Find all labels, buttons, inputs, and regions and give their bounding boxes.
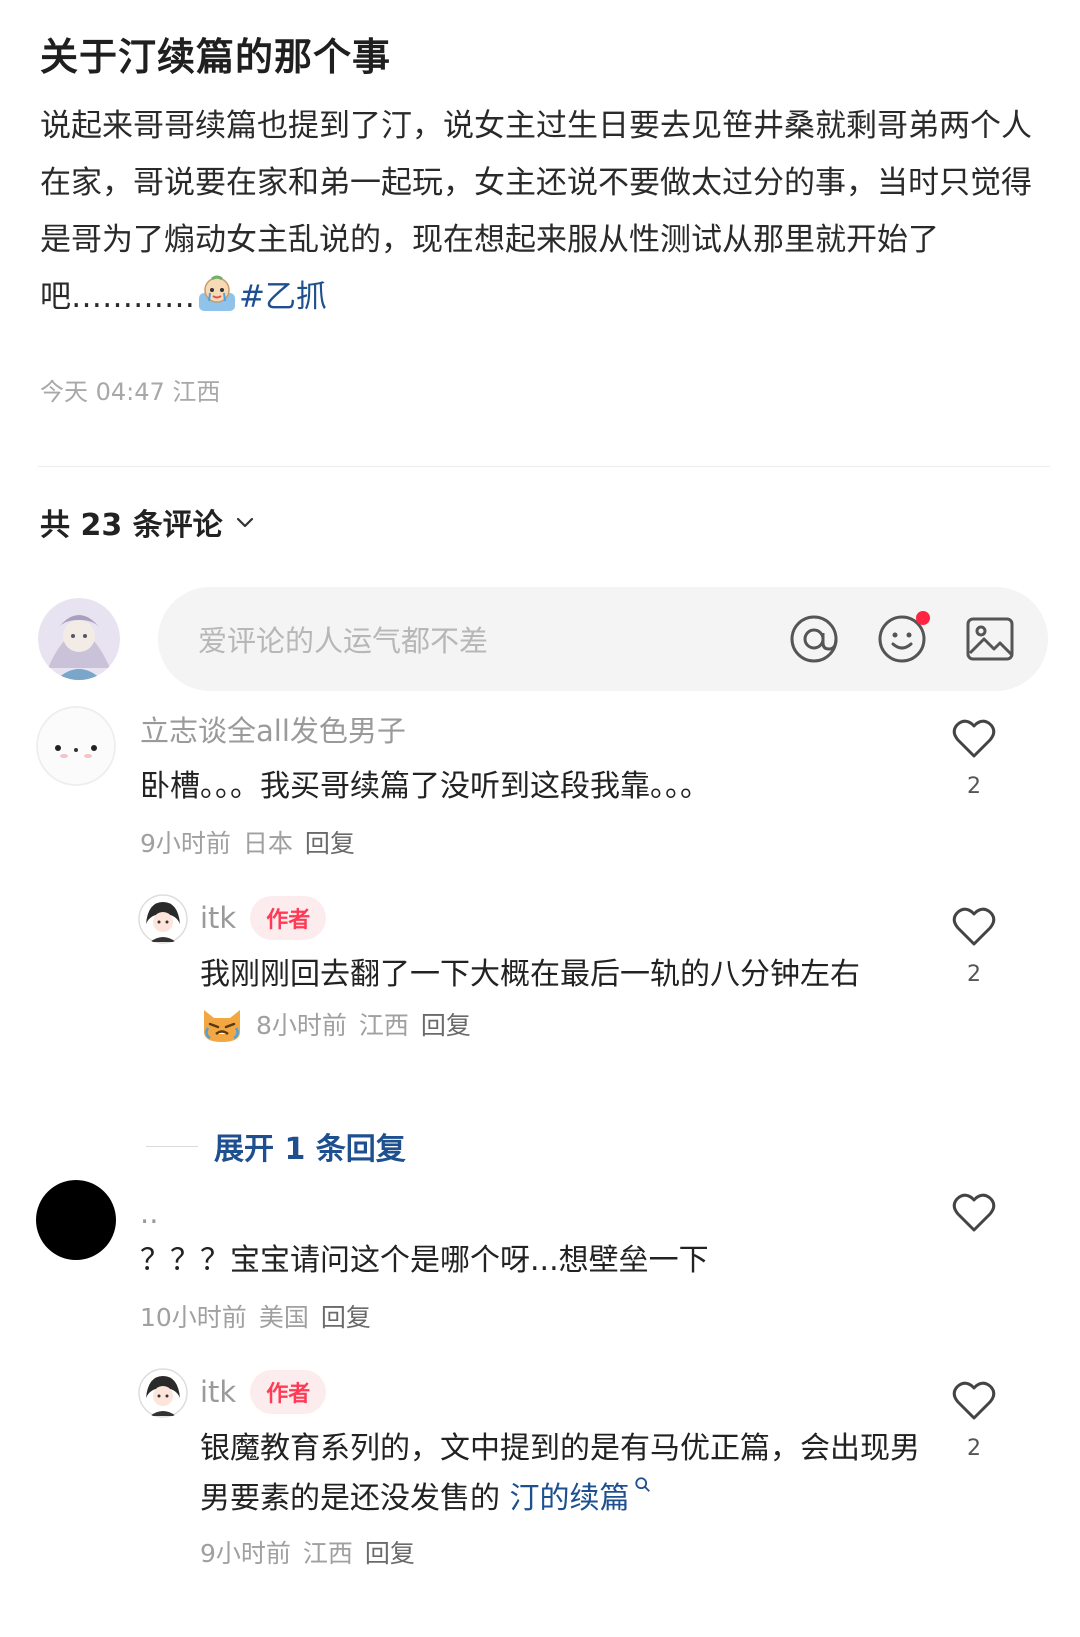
comment-username[interactable]: ..	[140, 1196, 158, 1230]
comment-text: 卧槽。。。我买哥续篇了没听到这段我靠。。。	[140, 769, 710, 804]
user-avatar[interactable]	[36, 1180, 116, 1260]
reply-button[interactable]: 回复	[321, 1298, 371, 1334]
user-avatar[interactable]	[36, 706, 116, 786]
comment-count-label: 共 23 条评论	[40, 508, 223, 543]
reply-location: 江西	[358, 1011, 409, 1040]
reply-username[interactable]: itk 作者	[200, 896, 327, 940]
crying-sticker-icon	[195, 275, 239, 313]
current-user-avatar[interactable]	[38, 598, 120, 680]
chevron-down-icon	[236, 517, 253, 528]
like-button[interactable]	[948, 1190, 1000, 1238]
comment-count-toggle[interactable]: 共 23 条评论	[40, 500, 257, 544]
reply-meta: 9小时前 江西 回复	[200, 1534, 415, 1570]
comment-location: 美国	[258, 1303, 309, 1332]
comment-username[interactable]: 立志谈全all发色男子	[140, 708, 406, 750]
heart-icon	[952, 907, 996, 946]
at-icon[interactable]	[786, 611, 842, 667]
reply-text: 银魔教育系列的，文中提到的是有马优正篇，会出现男男要素的是还没发售的 汀的续篇	[200, 1431, 920, 1516]
reply-time: 8小时前	[256, 1011, 347, 1040]
like-button[interactable]: 2	[948, 1378, 1000, 1461]
author-avatar[interactable]	[138, 1368, 188, 1418]
comment-time: 9小时前	[140, 829, 231, 858]
search-icon	[634, 1477, 650, 1492]
comment-meta: 9小时前 日本 回复	[140, 824, 355, 860]
reply-button[interactable]: 回复	[421, 1006, 471, 1042]
like-button[interactable]: 2	[948, 716, 1000, 799]
reply-meta: 8小时前 江西 回复	[200, 1004, 471, 1044]
notification-dot	[916, 611, 930, 625]
comment-input[interactable]: 爱评论的人运气都不差	[198, 618, 786, 660]
reply-text: 我刚刚回去翻了一下大概在最后一轨的八分钟左右	[200, 957, 860, 992]
heart-icon	[952, 719, 996, 758]
expand-replies-label: 展开 1 条回复	[214, 1132, 406, 1167]
reply-button[interactable]: 回复	[365, 1534, 415, 1570]
post-body-text: 说起来哥哥续篇也提到了汀，说女主过生日要去见笹井桑就剩哥弟两个人在家，哥说要在家…	[40, 108, 1032, 315]
author-badge: 作者	[250, 896, 327, 940]
comment-text: ？？？宝宝请问这个是哪个呀...想壁垒一下	[140, 1243, 709, 1278]
post-body: 说起来哥哥续篇也提到了汀，说女主过生日要去见笹井桑就剩哥弟两个人在家，哥说要在家…	[40, 98, 1050, 326]
like-count: 2	[967, 774, 981, 799]
comment-meta: 10小时前 美国 回复	[140, 1298, 371, 1334]
reply-location: 江西	[302, 1539, 353, 1568]
comment-location: 日本	[242, 829, 293, 858]
expand-replies-button[interactable]: 展开 1 条回复	[146, 1124, 406, 1168]
author-badge: 作者	[250, 1370, 327, 1414]
post-title: 关于汀续篇的那个事	[40, 35, 392, 79]
post-meta: 今天 04:47 江西	[40, 378, 221, 406]
emoji-icon[interactable]	[874, 611, 930, 667]
like-count: 2	[967, 1436, 981, 1461]
like-button[interactable]: 2	[948, 904, 1000, 987]
search-link[interactable]: 汀的续篇	[510, 1481, 630, 1516]
author-avatar[interactable]	[138, 894, 188, 944]
cat-sticker-icon	[204, 1010, 240, 1042]
expand-line	[146, 1145, 198, 1147]
topic-tag[interactable]: #乙抓	[239, 279, 327, 315]
reply-username[interactable]: itk 作者	[200, 1370, 327, 1414]
heart-icon	[952, 1193, 996, 1232]
reply-button[interactable]: 回复	[305, 824, 355, 860]
comment-time: 10小时前	[140, 1303, 247, 1332]
heart-icon	[952, 1381, 996, 1420]
comment-composer[interactable]: 爱评论的人运气都不差	[158, 587, 1048, 691]
divider	[38, 466, 1050, 467]
like-count: 2	[967, 962, 981, 987]
image-icon[interactable]	[962, 611, 1018, 667]
reply-time: 9小时前	[200, 1539, 291, 1568]
